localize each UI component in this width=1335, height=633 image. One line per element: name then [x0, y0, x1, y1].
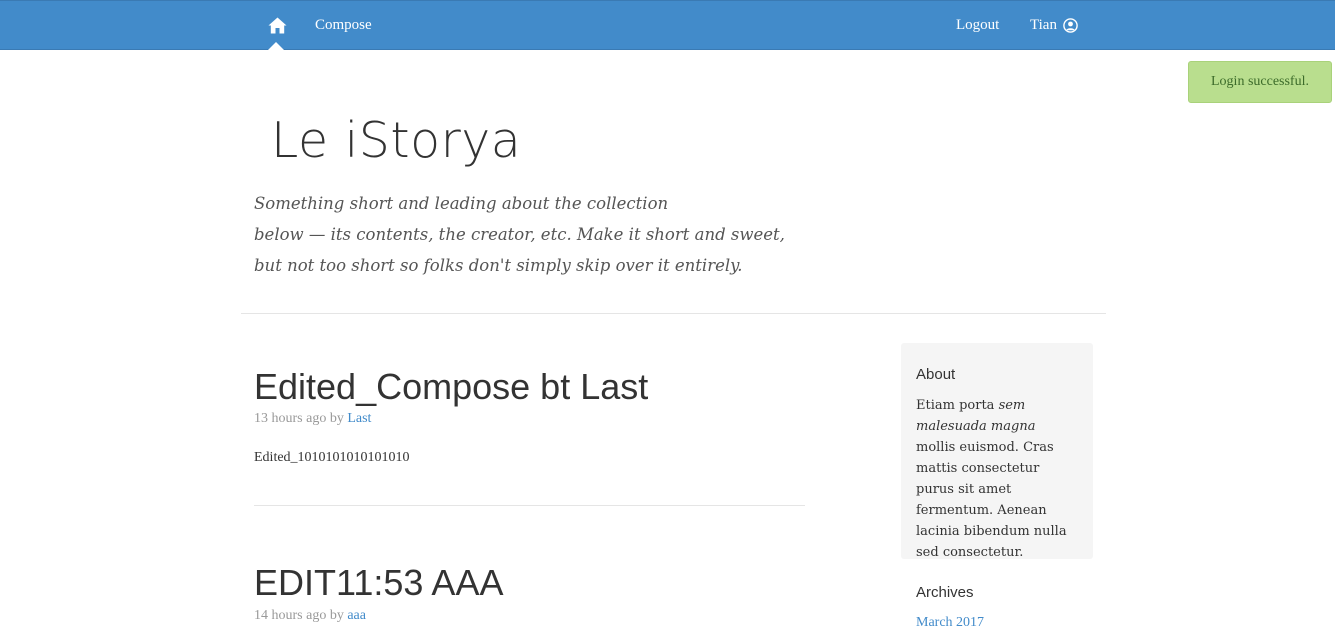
- nav-user-link[interactable]: Tian: [1030, 1, 1078, 49]
- sidebar-archives-heading: Archives: [916, 584, 974, 601]
- post-title[interactable]: Edited_Compose bt Last: [254, 366, 648, 408]
- post-author-link[interactable]: Last: [347, 411, 371, 426]
- post-meta: 13 hours ago by Last: [254, 409, 371, 429]
- blog-description-line: but not too short so folks don't simply …: [254, 256, 743, 275]
- login-success-toast: Login successful.: [1188, 61, 1332, 103]
- nav-logout-link[interactable]: Logout: [956, 1, 999, 49]
- post-meta-time: 13 hours ago by: [254, 411, 344, 426]
- post-divider: [254, 505, 805, 506]
- user-name: Tian: [1030, 17, 1057, 33]
- top-navbar: Compose Logout Tian: [0, 0, 1335, 50]
- home-icon: [268, 17, 286, 33]
- sidebar-about-module: About Etiam porta sem malesuada magna mo…: [901, 343, 1093, 560]
- blog-title: Le iStorya: [271, 112, 522, 169]
- active-nav-caret: [268, 42, 284, 50]
- post-meta: 14 hours ago by aaa: [254, 606, 366, 626]
- post-body: Edited_1010101010101010: [254, 450, 410, 465]
- sidebar-archives-module: Archives March 2017: [916, 583, 1096, 633]
- sidebar-about-heading: About: [916, 366, 956, 383]
- blog-description-line: Something short and leading about the co…: [254, 194, 669, 213]
- blog-description: Something short and leading about the co…: [254, 188, 785, 281]
- post-meta-time: 14 hours ago by: [254, 608, 344, 623]
- post-title[interactable]: EDIT11:53 AAA: [254, 562, 503, 604]
- about-text-part: Etiam porta: [916, 398, 999, 413]
- user-circle-icon: [1063, 17, 1078, 33]
- archive-link[interactable]: March 2017: [916, 613, 1096, 633]
- post-author-link[interactable]: aaa: [347, 608, 366, 623]
- toast-message: Login successful.: [1211, 74, 1309, 89]
- about-text-part: mollis euismod. Cras mattis consectetur …: [916, 440, 1067, 560]
- header-divider: [241, 313, 1106, 314]
- nav-compose-link[interactable]: Compose: [315, 1, 372, 49]
- blog-description-line: below — its contents, the creator, etc. …: [254, 225, 785, 244]
- sidebar-about-text: Etiam porta sem malesuada magna mollis e…: [916, 395, 1078, 563]
